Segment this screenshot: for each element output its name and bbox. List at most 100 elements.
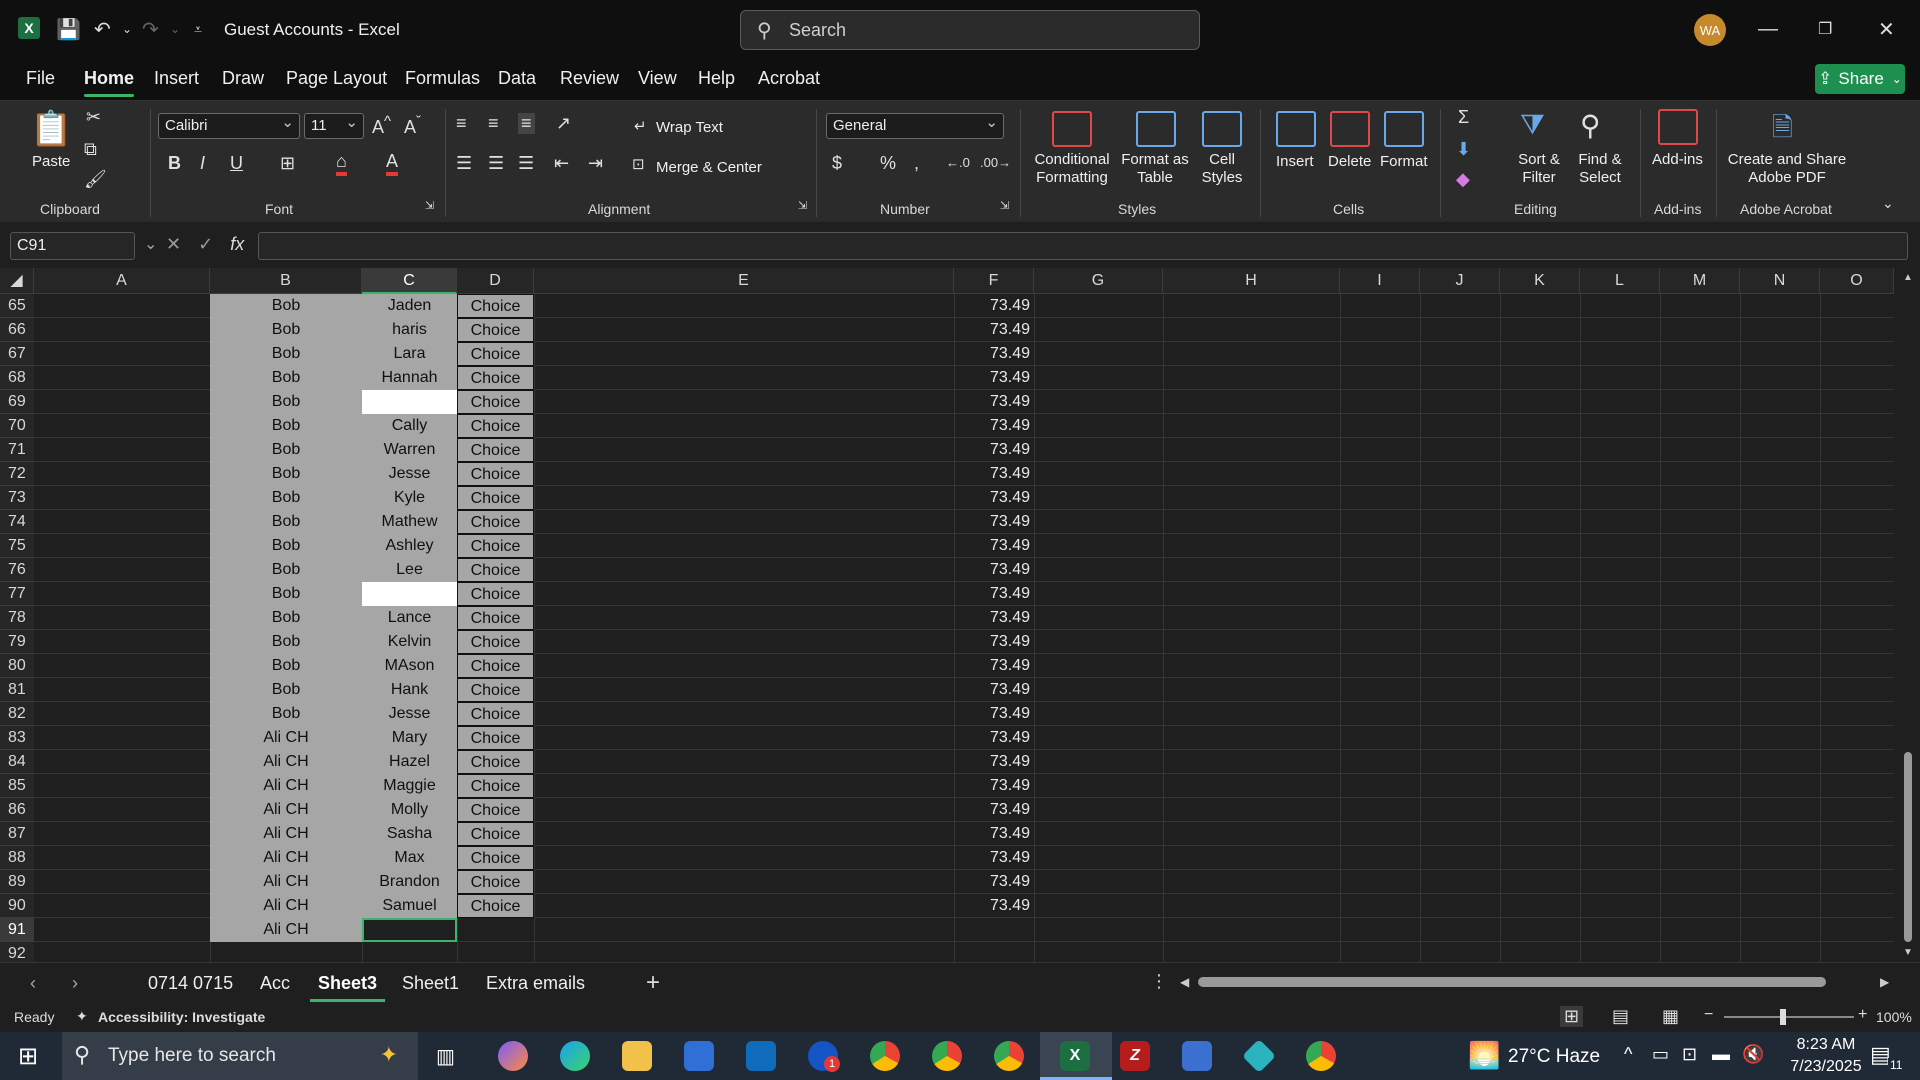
cell-d[interactable] (457, 918, 534, 942)
cell-f[interactable]: 73.49 (954, 606, 1034, 630)
currency-icon[interactable]: $ (832, 153, 842, 174)
sort-filter-button[interactable]: Sort & Filter (1512, 151, 1566, 187)
underline-icon[interactable]: U (230, 153, 243, 174)
cell-d[interactable]: Choice (457, 726, 534, 750)
tab-page-layout[interactable]: Page Layout (286, 68, 387, 89)
cell-d[interactable]: Choice (457, 414, 534, 438)
edge-icon[interactable] (560, 1041, 590, 1071)
minimize-icon[interactable]: — (1758, 15, 1778, 43)
store-icon[interactable] (684, 1041, 714, 1071)
create-pdf-icon[interactable]: 🗎 (1772, 109, 1793, 153)
row-header[interactable]: 92 (0, 942, 34, 962)
cell-c[interactable]: Mathew (362, 510, 457, 534)
cell-b[interactable]: Ali CH (210, 798, 362, 822)
cell-f[interactable]: 73.49 (954, 702, 1034, 726)
merge-center-icon[interactable]: ⊡ (632, 155, 645, 173)
cell-b[interactable]: Ali CH (210, 870, 362, 894)
cell-c[interactable] (362, 942, 457, 962)
insert-function-icon[interactable]: fx (230, 234, 244, 254)
cell-c[interactable]: Hannah (362, 366, 457, 390)
row-header[interactable]: 84 (0, 750, 34, 774)
find-select-button[interactable]: Find & Select (1570, 151, 1630, 187)
worksheet-grid[interactable]: ◢ A B C D E F G H I J K L M N O 65 Bob Jad… (0, 268, 1894, 962)
enter-icon[interactable]: ✓ (198, 234, 213, 254)
cell-d[interactable]: Choice (457, 774, 534, 798)
cell-c[interactable]: Jesse (362, 462, 457, 486)
cell-c[interactable]: Hank (362, 678, 457, 702)
outlook-icon[interactable] (746, 1041, 776, 1071)
tab-draw[interactable]: Draw (222, 68, 264, 89)
cell-f[interactable]: 73.49 (954, 870, 1034, 894)
cell-b[interactable]: Bob (210, 606, 362, 630)
row-header[interactable]: 82 (0, 702, 34, 726)
chrome-profile-3-icon[interactable] (1306, 1041, 1336, 1071)
cell-b[interactable]: Bob (210, 582, 362, 606)
format-as-table-icon[interactable] (1136, 111, 1176, 147)
align-middle-icon[interactable]: ≡ (488, 113, 499, 134)
cell-f[interactable]: 73.49 (954, 654, 1034, 678)
cell-f[interactable]: 73.49 (954, 678, 1034, 702)
row-header[interactable]: 73 (0, 486, 34, 510)
copilot-icon[interactable] (498, 1041, 528, 1071)
cell-f[interactable]: 73.49 (954, 342, 1034, 366)
undo-icon[interactable]: ↶ (94, 15, 111, 43)
merge-center-button[interactable]: Merge & Center (656, 159, 762, 177)
number-format-select[interactable]: General (826, 113, 1004, 139)
row-header[interactable]: 67 (0, 342, 34, 366)
normal-view-icon[interactable]: ⊞ (1560, 1006, 1584, 1027)
bold-icon[interactable]: B (168, 153, 181, 174)
cell-b[interactable]: Bob (210, 438, 362, 462)
zoom-out-icon[interactable]: − (1704, 1006, 1713, 1024)
align-left-icon[interactable]: ☰ (456, 153, 472, 174)
font-dialog-launcher-icon[interactable]: ⇲ (425, 199, 434, 212)
chrome-profile-icon[interactable] (932, 1041, 962, 1071)
percent-icon[interactable]: % (880, 153, 896, 174)
wrap-text-button[interactable]: Wrap Text (656, 119, 723, 137)
align-center-icon[interactable]: ☰ (488, 153, 504, 174)
cell-b[interactable]: Bob (210, 390, 362, 414)
format-as-table-button[interactable]: Format as Table (1118, 151, 1192, 187)
scroll-left-icon[interactable]: ◀ (1180, 975, 1189, 989)
column-header-m[interactable]: M (1660, 268, 1740, 294)
cell-b[interactable]: Ali CH (210, 918, 362, 942)
cell-b[interactable]: Bob (210, 366, 362, 390)
column-header-c[interactable]: C (362, 268, 457, 294)
tab-data[interactable]: Data (498, 68, 536, 89)
cell-d[interactable]: Choice (457, 534, 534, 558)
cell-f[interactable]: 73.49 (954, 294, 1034, 318)
cut-icon[interactable]: ✂ (86, 107, 101, 128)
find-select-icon[interactable]: ⚲ (1580, 109, 1601, 142)
font-name-select[interactable]: Calibri (158, 113, 300, 139)
cell-b[interactable]: Bob (210, 630, 362, 654)
zoom-in-icon[interactable]: + (1858, 1006, 1867, 1024)
cell-b[interactable]: Ali CH (210, 846, 362, 870)
cell-c[interactable]: Lance (362, 606, 457, 630)
cell-b[interactable]: Ali CH (210, 726, 362, 750)
cell-f[interactable]: 73.49 (954, 462, 1034, 486)
cell-b[interactable]: Bob (210, 486, 362, 510)
cell-f[interactable] (954, 918, 1034, 942)
cell-c[interactable] (362, 582, 457, 606)
cell-b[interactable]: Ali CH (210, 894, 362, 918)
row-header[interactable]: 89 (0, 870, 34, 894)
cell-c[interactable]: Maggie (362, 774, 457, 798)
sheet-tab-sheet3[interactable]: Sheet3 (309, 973, 386, 1002)
column-header-g[interactable]: G (1034, 268, 1163, 294)
cell-c[interactable]: Samuel (362, 894, 457, 918)
row-header[interactable]: 85 (0, 774, 34, 798)
row-header[interactable]: 74 (0, 510, 34, 534)
column-header-i[interactable]: I (1340, 268, 1420, 294)
cell-b[interactable]: Bob (210, 654, 362, 678)
number-dialog-launcher-icon[interactable]: ⇲ (1000, 199, 1009, 212)
windows-start-icon[interactable]: ⊞ (18, 1042, 38, 1071)
increase-font-icon[interactable]: A^ (372, 113, 391, 138)
cell-d[interactable]: Choice (457, 678, 534, 702)
fill-icon[interactable]: ⬇ (1456, 139, 1471, 160)
tab-help[interactable]: Help (698, 68, 735, 89)
cell-f[interactable] (954, 942, 1034, 962)
collapse-ribbon-icon[interactable]: ⌄ (1882, 195, 1894, 212)
column-header-j[interactable]: J (1420, 268, 1500, 294)
cell-d[interactable] (457, 942, 534, 962)
row-header[interactable]: 91 (0, 918, 34, 942)
redo-dropdown-icon[interactable]: ⌄ (170, 15, 180, 43)
